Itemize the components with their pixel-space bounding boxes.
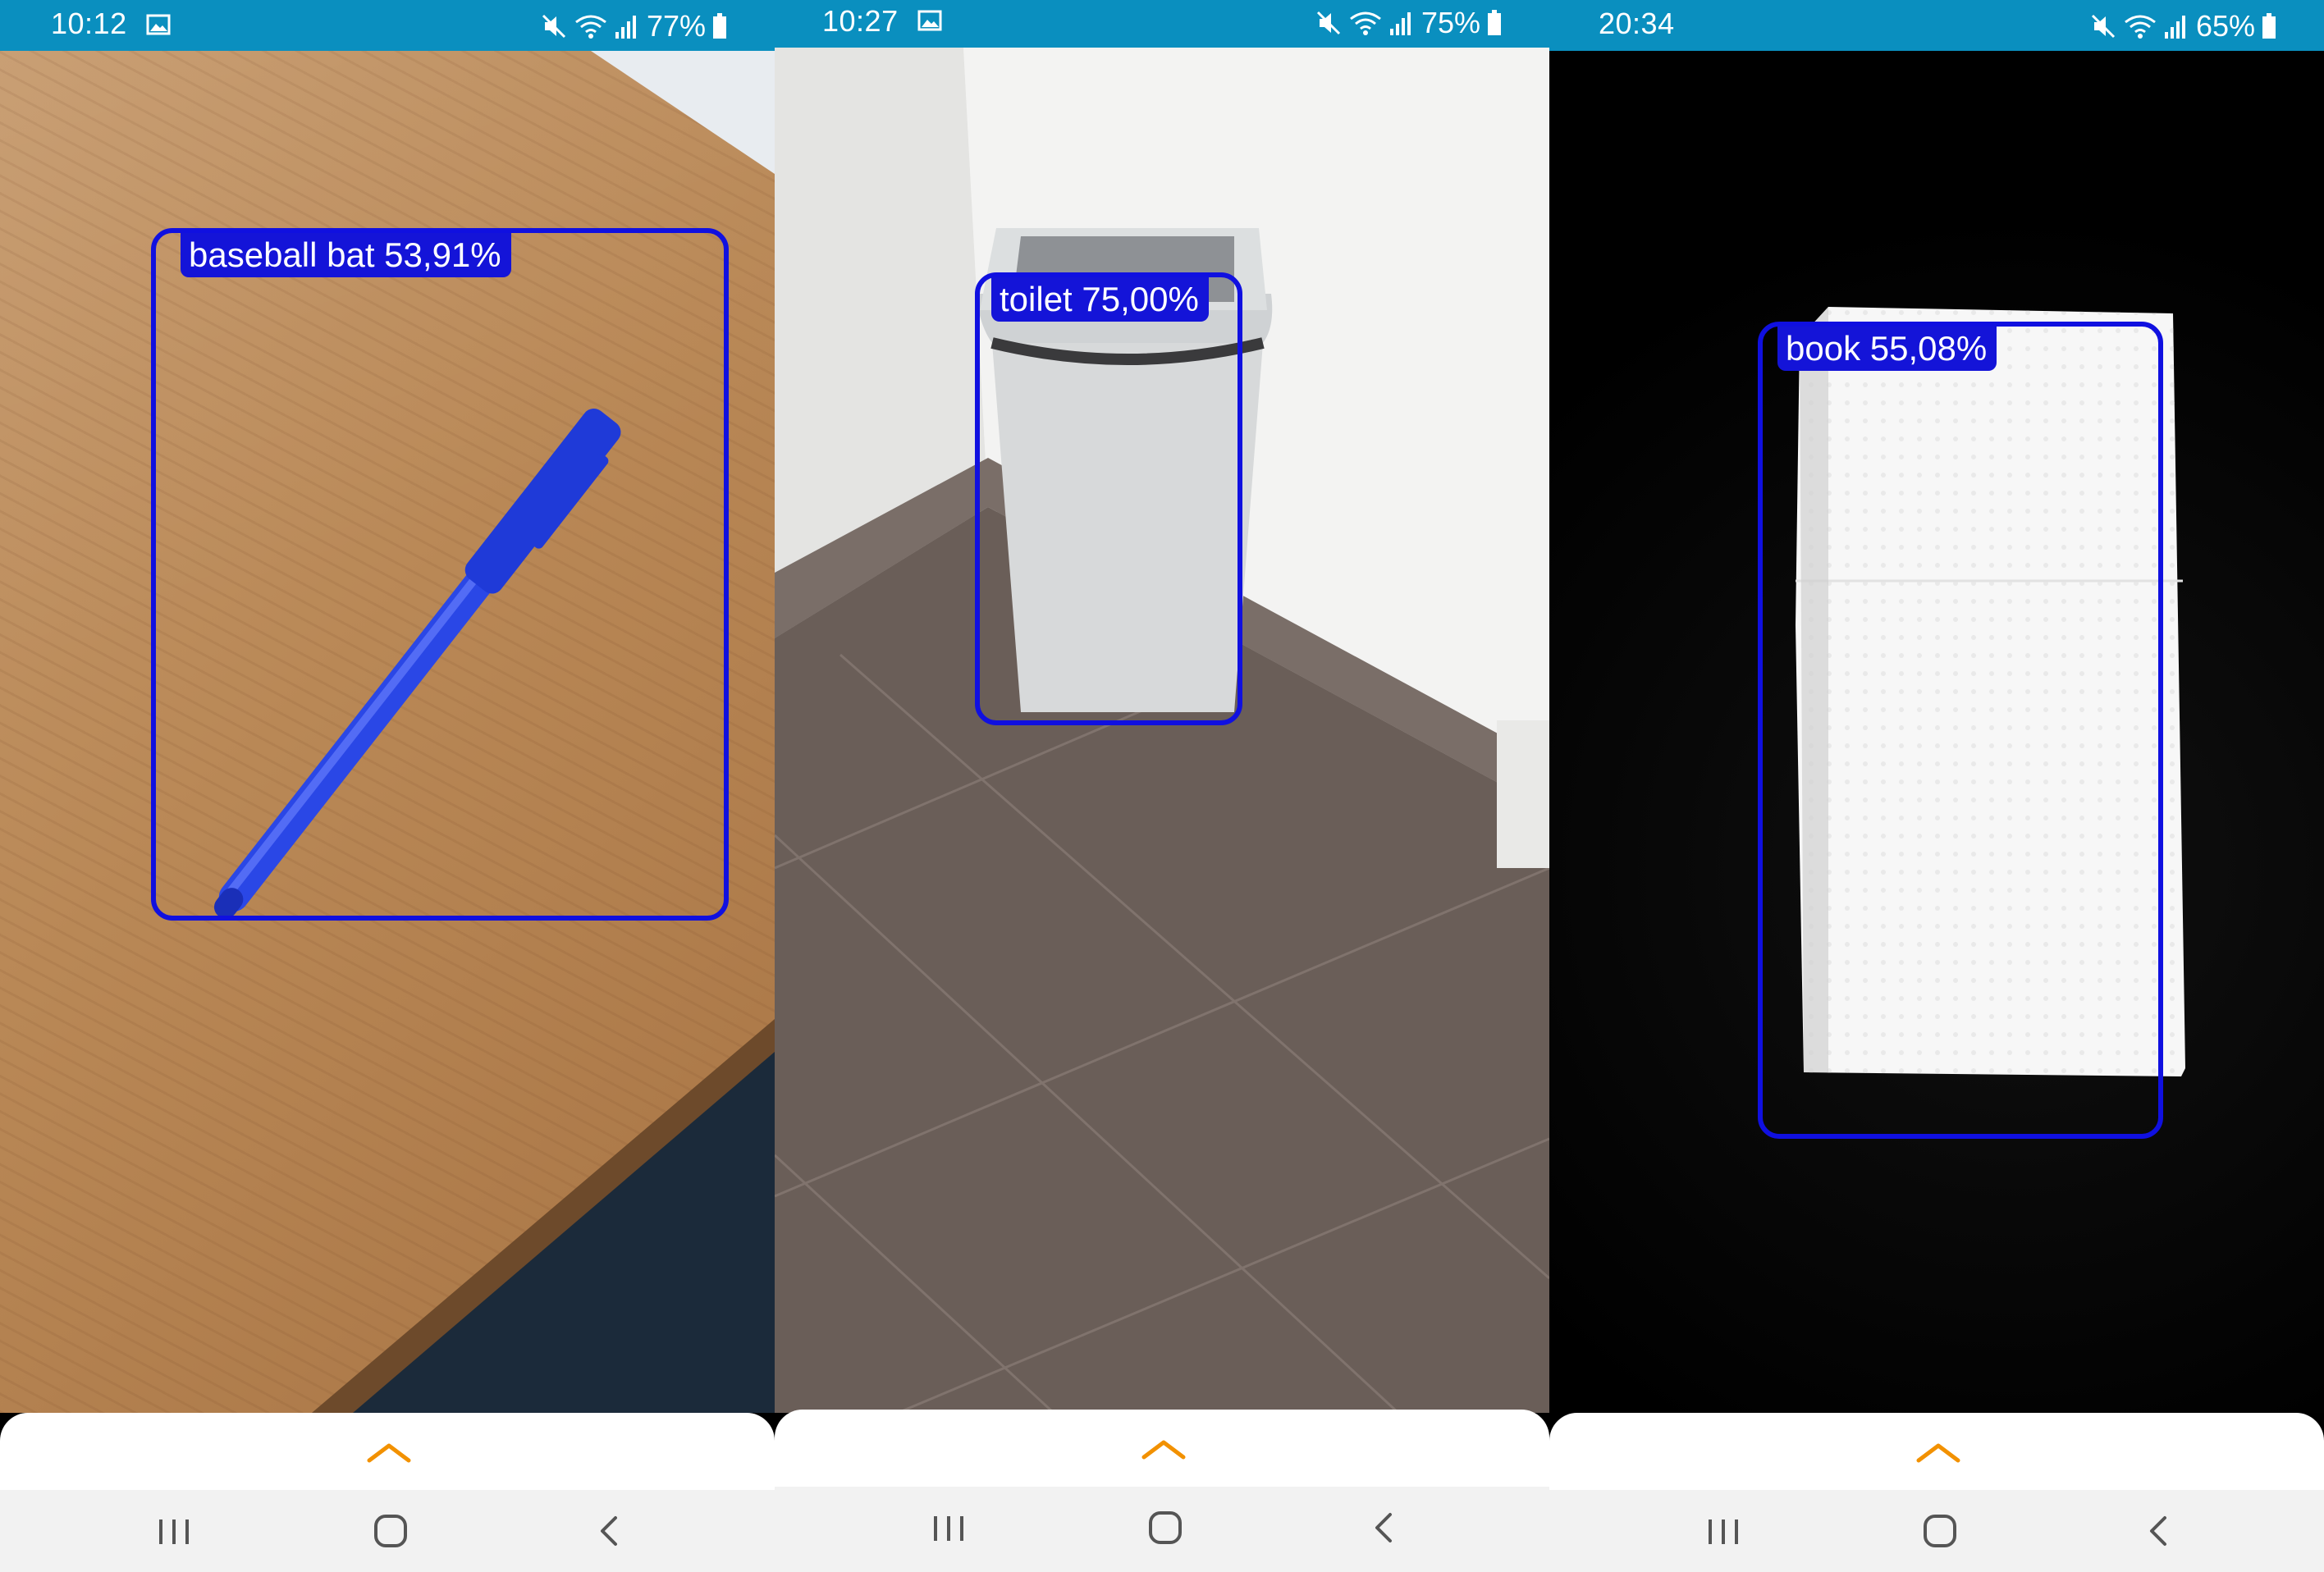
status-time: 10:12 [51, 7, 127, 40]
camera-preview: baseball bat 53,91% [0, 51, 775, 1413]
home-button[interactable] [366, 1511, 415, 1551]
detection-box: toilet 75,00% [975, 272, 1242, 725]
status-bar: 10:27 75% [775, 0, 1549, 48]
status-bar: 10:12 77% [0, 0, 775, 51]
status-icons: 75% [1315, 6, 1502, 39]
home-icon [374, 1515, 407, 1547]
room-corner-scene-image [775, 48, 1549, 1413]
status-icons: 65% [2089, 9, 2276, 43]
recents-icon [159, 1519, 189, 1544]
detection-box: book 55,08% [1758, 322, 2163, 1139]
phone-screen-3: 20:34 65% book 55,08% [1549, 0, 2324, 1572]
camera-preview: book 55,08% [1549, 51, 2324, 1413]
back-button[interactable] [2134, 1511, 2183, 1551]
battery-icon [1488, 10, 1501, 35]
recents-button[interactable] [1699, 1511, 1748, 1551]
home-button[interactable] [1141, 1508, 1190, 1547]
back-button[interactable] [1359, 1508, 1408, 1547]
battery-percent: 77% [646, 9, 706, 43]
mute-icon [1316, 11, 1340, 35]
navigation-bar [0, 1490, 775, 1572]
home-icon [1924, 1515, 1956, 1547]
gallery-icon [146, 14, 171, 35]
camera-preview: toilet 75,00% [775, 48, 1549, 1413]
status-time: 20:34 [1599, 7, 1675, 40]
back-button[interactable] [584, 1511, 634, 1551]
chevron-up-icon[interactable] [1141, 1437, 1187, 1460]
detection-label: baseball bat 53,91% [181, 233, 511, 277]
signal-icon [615, 16, 636, 39]
signal-icon [1389, 12, 1411, 35]
home-button[interactable] [1915, 1511, 1965, 1551]
mute-icon [542, 14, 565, 39]
navigation-bar [1549, 1490, 2324, 1572]
home-icon [1149, 1511, 1182, 1544]
bottom-sheet[interactable] [1549, 1413, 2324, 1490]
detection-box: baseball bat 53,91% [151, 228, 729, 921]
navigation-bar [775, 1487, 1549, 1572]
phone-screen-1: 10:12 77% baseball bat 53,91% [0, 0, 775, 1572]
battery-icon [713, 13, 726, 39]
recents-icon [1709, 1519, 1738, 1544]
battery-percent: 65% [2195, 9, 2255, 43]
recents-button[interactable] [149, 1511, 199, 1551]
detection-label: toilet 75,00% [991, 277, 1209, 322]
detection-label: book 55,08% [1777, 327, 1997, 371]
battery-icon [2262, 13, 2276, 39]
status-bar: 20:34 65% [1549, 0, 2324, 51]
battery-percent: 75% [1420, 6, 1480, 39]
chevron-up-icon[interactable] [366, 1441, 412, 1464]
wifi-icon [2125, 15, 2156, 39]
back-icon [2150, 1516, 2166, 1546]
recents-icon [934, 1516, 963, 1541]
phone-screen-2: 10:27 75% toilet 75,00% [775, 0, 1549, 1572]
wifi-icon [575, 15, 606, 39]
bottom-sheet[interactable] [775, 1410, 1549, 1487]
gallery-icon [917, 10, 942, 31]
recents-button[interactable] [924, 1508, 973, 1547]
status-icons: 77% [540, 9, 727, 43]
back-icon [601, 1516, 617, 1546]
mute-icon [2091, 14, 2115, 39]
chevron-up-icon[interactable] [1915, 1441, 1961, 1464]
screenshot-collage: 10:12 77% baseball bat 53,91% 10:27 75% … [0, 0, 2324, 1572]
signal-icon [2164, 16, 2185, 39]
back-icon [1375, 1513, 1392, 1542]
status-time: 10:27 [822, 4, 899, 38]
bottom-sheet[interactable] [0, 1413, 775, 1490]
wifi-icon [1350, 11, 1381, 35]
